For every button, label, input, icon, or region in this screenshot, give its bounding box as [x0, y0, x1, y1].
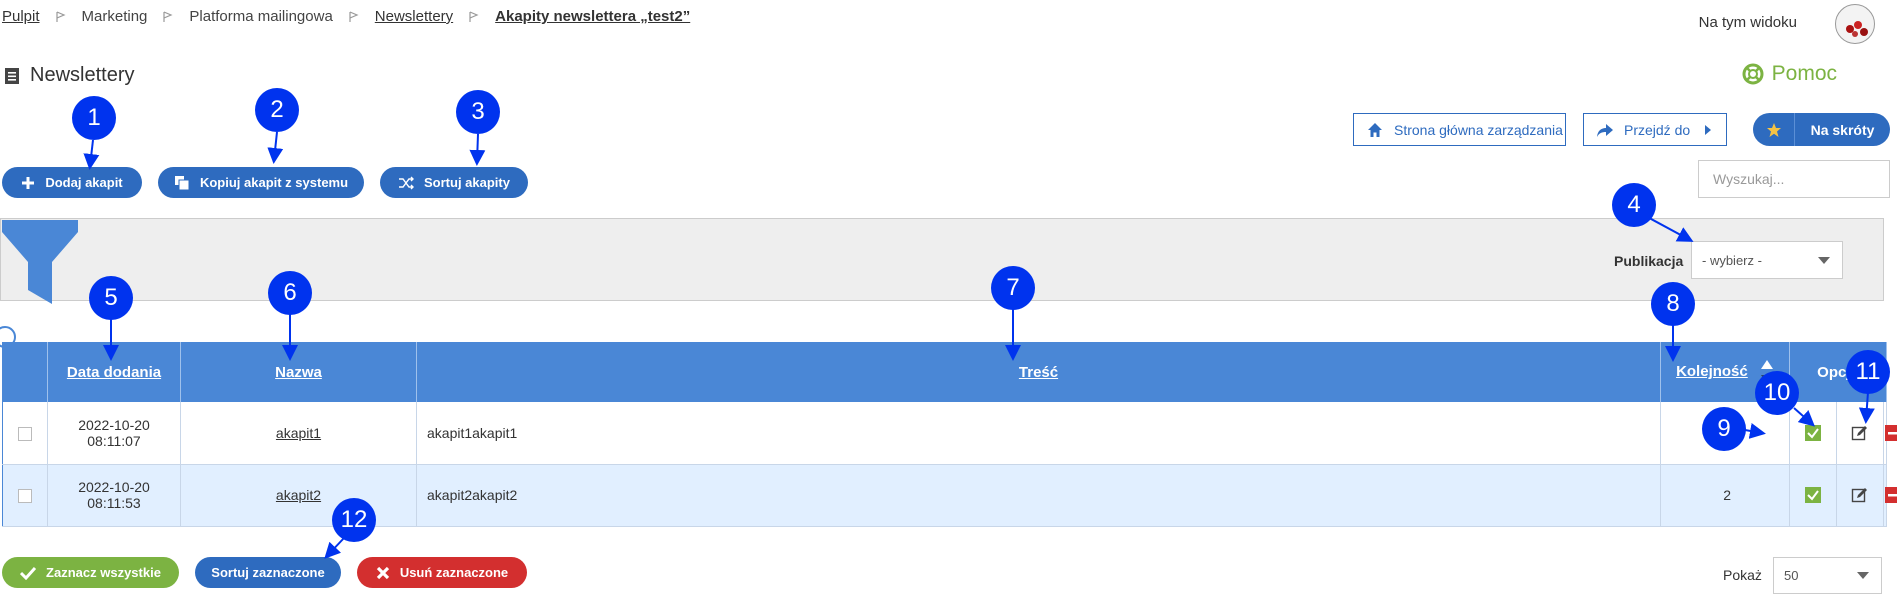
add-paragraph-button[interactable]: Dodaj akapit [2, 167, 142, 198]
order-cell: 2 [1660, 464, 1790, 527]
date-cell: 2022-10-20 08:11:07 [47, 402, 181, 465]
caret-right-icon [1705, 124, 1712, 135]
flag-separator-icon [349, 10, 359, 23]
callout-badge: 7 [991, 266, 1035, 310]
management-home-button[interactable]: Strona główna zarządzania [1353, 113, 1566, 146]
filter-funnel-icon[interactable] [0, 218, 80, 304]
shuffle-icon [398, 176, 415, 190]
row-checkbox[interactable] [18, 489, 32, 504]
table-row: 2022-10-20 08:11:07 akapit1 akapit1akapit… [2, 402, 1897, 465]
sort-selected-label: Sortuj zaznaczone [211, 565, 325, 580]
copy-paragraph-button[interactable]: Kopiuj akapit z systemu [158, 167, 364, 198]
document-icon [5, 67, 19, 84]
breadcrumb-newslettery[interactable]: Newslettery [375, 8, 453, 25]
publication-select[interactable]: - wybierz - [1691, 241, 1843, 279]
page-heading: Newslettery [4, 64, 134, 87]
delete-selected-label: Usuń zaznaczone [399, 565, 509, 580]
lifebuoy-icon [1742, 63, 1764, 85]
search-input[interactable] [1699, 171, 1894, 187]
help-label: Pomoc [1771, 62, 1837, 85]
callout-badge: 8 [1651, 282, 1695, 326]
edit-icon[interactable] [1851, 424, 1869, 442]
select-all-button[interactable]: Zaznacz wszystkie [2, 557, 179, 588]
avatar-image-icon [1846, 21, 1868, 37]
help-link[interactable]: Pomoc [1742, 62, 1837, 86]
paragraphs-table: Data dodania Nazwa Treść Kolejność Opcje… [2, 342, 1897, 527]
share-arrow-icon [1597, 123, 1613, 137]
callout-badge: 6 [268, 271, 312, 315]
select-all-label: Zaznacz wszystkie [46, 565, 161, 580]
name-link[interactable]: akapit1 [276, 425, 321, 441]
breadcrumb-marketing: Marketing [81, 8, 148, 25]
callout-badge: 11 [1846, 350, 1890, 394]
page-title: Newslettery [30, 64, 135, 86]
breadcrumb-pulpit[interactable]: Pulpit [2, 8, 40, 25]
search-box [1698, 160, 1894, 198]
goto-label: Przejdź do [1624, 121, 1691, 138]
publication-select-value: - wybierz - [1702, 252, 1762, 268]
page-size-select[interactable]: 50 [1773, 557, 1882, 594]
edit-icon[interactable] [1851, 486, 1869, 504]
callout-badge: 5 [89, 276, 133, 320]
breadcrumb-current[interactable]: Akapity newslettera „test2” [495, 8, 690, 25]
date-cell: 2022-10-20 08:11:53 [47, 464, 181, 527]
callout-badge: 4 [1612, 183, 1656, 227]
publication-filter-label: Publikacja [1614, 253, 1684, 269]
delete-selected-button[interactable]: Usuń zaznaczone [357, 557, 527, 588]
shortcuts-button[interactable]: Na skróty [1753, 113, 1890, 146]
name-cell: akapit2 [180, 464, 417, 527]
breadcrumb-platforma: Platforma mailingowa [189, 8, 333, 25]
breadcrumb: Pulpit Marketing Platforma mailingowa Ne… [2, 8, 690, 25]
row-checkbox[interactable] [18, 426, 32, 441]
callout-badge: 12 [332, 498, 376, 542]
sort-paragraphs-label: Sortuj akapity [424, 175, 510, 190]
callout-badge: 3 [456, 90, 500, 134]
callout-badge: 1 [72, 96, 116, 140]
callout-badge: 10 [1755, 371, 1799, 415]
content-column-header[interactable]: Treść [416, 342, 1661, 402]
content-cell: akapit2akapit2 [416, 464, 1661, 527]
callout-badge: 2 [255, 88, 299, 132]
delete-icon[interactable] [1884, 424, 1897, 442]
page-size-value: 50 [1784, 568, 1799, 583]
page-size-label: Pokaż [1723, 567, 1762, 583]
table-row: 2022-10-20 08:11:53 akapit2 akapit2akapit… [2, 464, 1897, 527]
flag-separator-icon [163, 10, 173, 23]
name-cell: akapit1 [180, 402, 417, 465]
name-link[interactable]: akapit2 [276, 487, 321, 503]
home-icon [1368, 122, 1382, 137]
sort-selected-button[interactable]: Sortuj zaznaczone [195, 557, 341, 588]
date-column-header[interactable]: Data dodania [47, 342, 181, 402]
close-icon [376, 566, 390, 580]
management-home-label: Strona główna zarządzania [1394, 121, 1563, 138]
sort-paragraphs-button[interactable]: Sortuj akapity [380, 167, 528, 198]
check-icon [20, 566, 37, 580]
delete-icon[interactable] [1884, 486, 1897, 504]
add-paragraph-label: Dodaj akapit [45, 175, 123, 190]
callout-badge: 9 [1702, 407, 1746, 451]
publish-check-icon[interactable] [1804, 424, 1822, 442]
plus-icon [21, 176, 35, 190]
goto-button[interactable]: Przejdź do [1583, 113, 1727, 146]
flag-separator-icon [55, 10, 66, 23]
avatar[interactable] [1835, 4, 1875, 44]
publish-check-icon[interactable] [1804, 486, 1822, 504]
chevron-down-icon [1857, 572, 1869, 579]
name-column-header[interactable]: Nazwa [180, 342, 417, 402]
view-label: Na tym widoku [1698, 14, 1797, 31]
chevron-down-icon [1818, 256, 1830, 264]
copy-paragraph-label: Kopiuj akapit z systemu [199, 175, 349, 190]
select-column-header [2, 342, 48, 402]
content-cell: akapit1akapit1 [416, 402, 1661, 465]
copy-icon [174, 175, 190, 191]
flag-separator-icon [469, 10, 479, 23]
star-icon [1753, 113, 1795, 146]
shortcuts-label: Na skróty [1810, 121, 1875, 138]
